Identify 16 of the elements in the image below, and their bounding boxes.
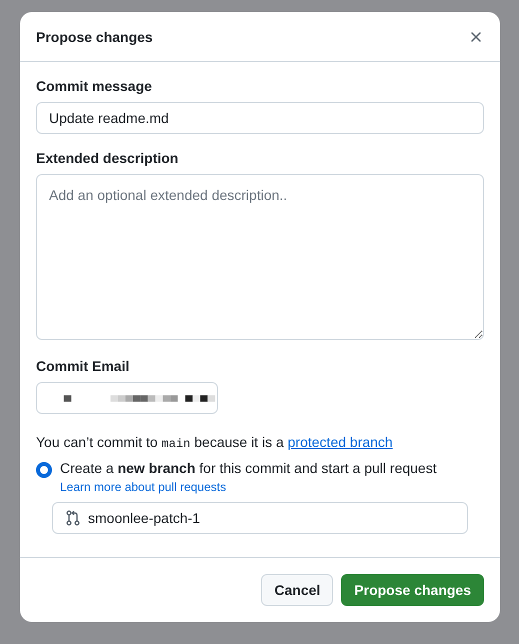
propose-button[interactable]: Propose changes <box>341 574 484 606</box>
protected-branch-link[interactable]: protected branch <box>288 434 393 450</box>
cancel-button[interactable]: Cancel <box>261 574 334 606</box>
radio-button[interactable] <box>36 462 52 478</box>
option-label: Create a new branch for this commit and start a pull request <box>60 460 437 476</box>
description-field[interactable]: Add an optional extended description.. <box>36 174 484 340</box>
field-label: Commit message <box>36 78 153 94</box>
pull-request-icon <box>66 510 80 526</box>
commit-message-field[interactable]: Update readme.md <box>36 102 484 134</box>
learn-more-link[interactable]: Learn more about pull requests <box>60 480 226 494</box>
field-label: Extended description <box>36 150 180 166</box>
protected-branch-notice: You can’t commit to main because it is a protected branch <box>36 434 394 451</box>
email-field[interactable] <box>36 382 218 414</box>
dialog-title: Propose changes <box>36 28 153 44</box>
branch-name-field[interactable]: smoonlee-patch-1 <box>52 502 468 534</box>
field-label: Commit Email <box>36 358 130 374</box>
